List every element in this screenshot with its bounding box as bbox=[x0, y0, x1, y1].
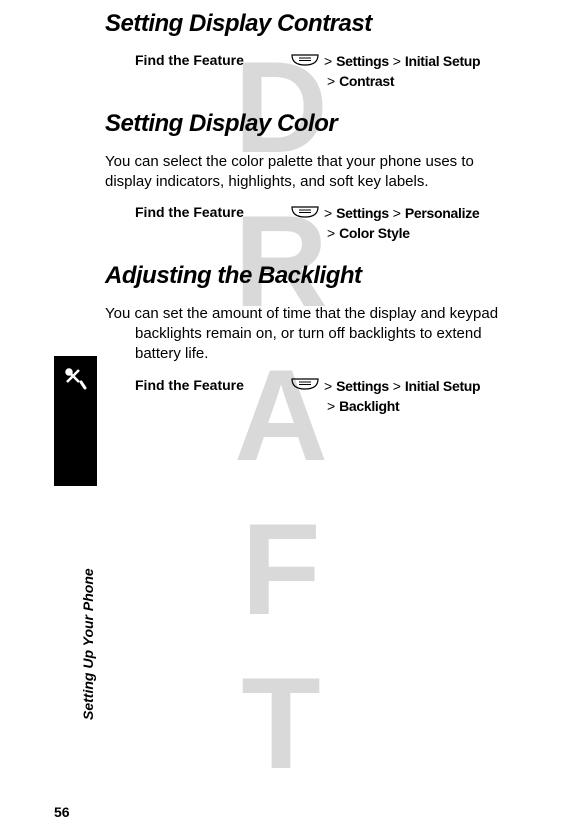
menu-key-icon bbox=[290, 377, 320, 397]
heading-contrast: Setting Display Contrast bbox=[105, 10, 512, 38]
nav-path: > Settings > Personalize > Color Style bbox=[290, 204, 479, 244]
menu-key-icon bbox=[290, 205, 320, 225]
section-label: Setting Up Your Phone bbox=[80, 568, 96, 720]
find-label: Find the Feature bbox=[135, 204, 290, 244]
heading-color: Setting Display Color bbox=[105, 110, 512, 138]
find-feature-backlight: Find the Feature > Settings > Initial Se… bbox=[105, 377, 512, 417]
body-backlight: You can set the amount of time that the … bbox=[105, 304, 512, 365]
body-color: You can select the color palette that yo… bbox=[105, 152, 512, 193]
menu-key-icon bbox=[290, 53, 320, 73]
nav-path: > Settings > Initial Setup > Contrast bbox=[290, 52, 480, 92]
find-feature-contrast: Find the Feature > Settings > Initial Se… bbox=[105, 52, 512, 92]
find-label: Find the Feature bbox=[135, 52, 290, 92]
nav-path: > Settings > Initial Setup > Backlight bbox=[290, 377, 480, 417]
find-feature-color: Find the Feature > Settings > Personaliz… bbox=[105, 204, 512, 244]
heading-backlight: Adjusting the Backlight bbox=[105, 262, 512, 290]
main-content: Setting Display Contrast Find the Featur… bbox=[0, 0, 562, 442]
find-label: Find the Feature bbox=[135, 377, 290, 417]
page-number: 56 bbox=[54, 804, 70, 820]
